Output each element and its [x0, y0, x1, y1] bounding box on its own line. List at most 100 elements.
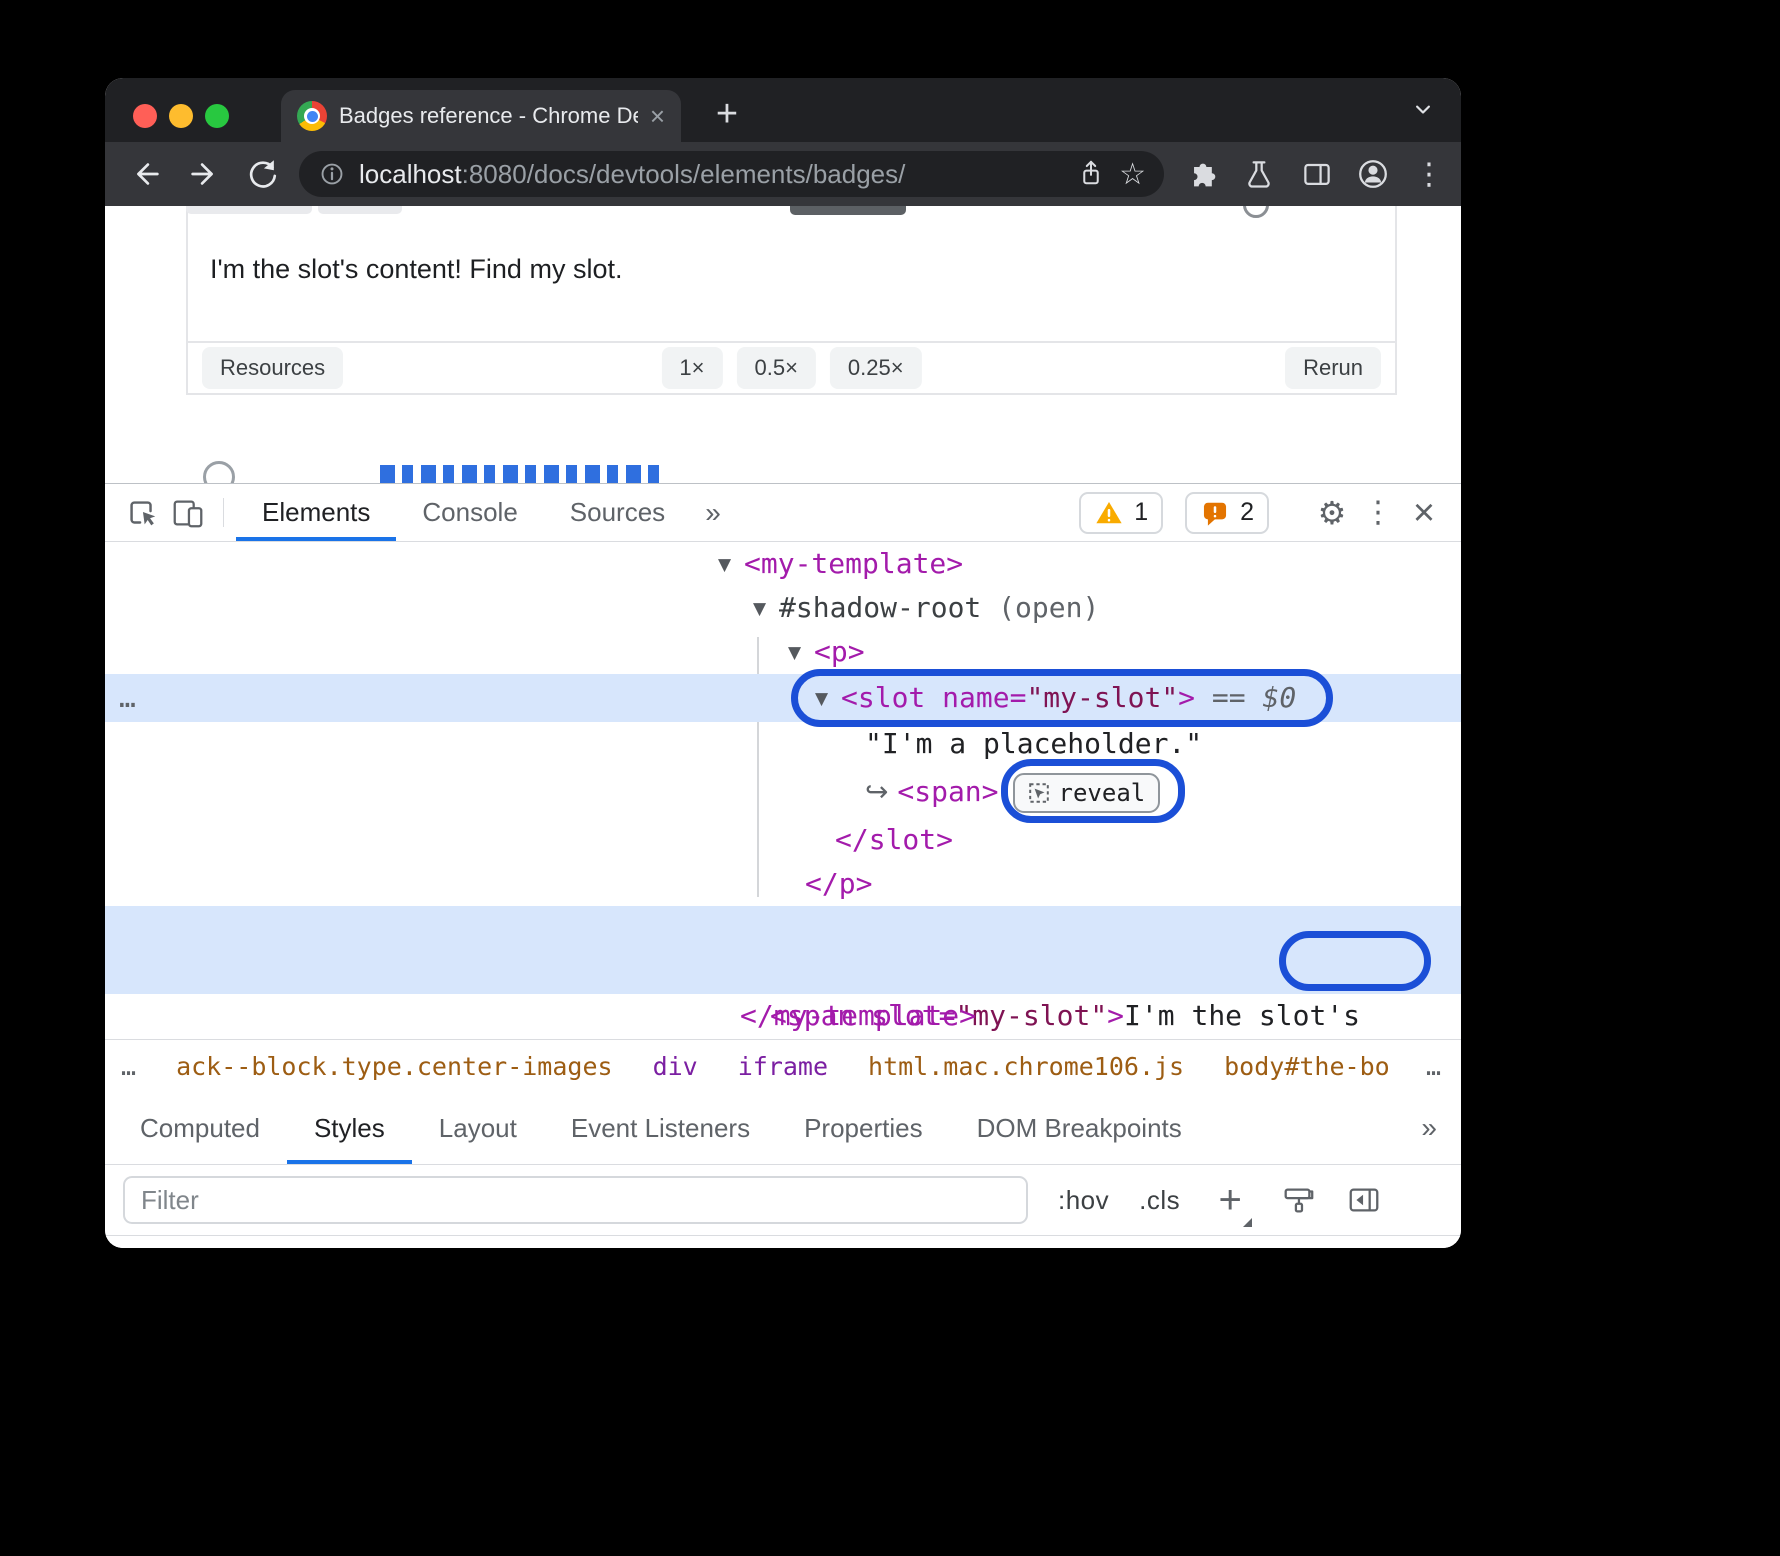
tree-node-slotted-span[interactable]: ↪ <span>reveal [105, 766, 1461, 818]
warnings-badge[interactable]: 1 [1079, 492, 1163, 534]
tree-node-shadow-root[interactable]: ▼#shadow-root (open) [105, 586, 1461, 630]
breadcrumb-item-stack-block[interactable]: ack--block.type.center-images [176, 1052, 613, 1081]
cutoff-selected-tab-remnant [790, 206, 906, 215]
sidebar-toggle-icon[interactable] [1346, 1182, 1382, 1218]
tree-node-my-template-close[interactable]: </my-template> [105, 994, 1461, 1038]
share-icon[interactable] [1075, 158, 1107, 190]
new-tab-button[interactable]: + [705, 92, 749, 136]
toolbar-divider [223, 498, 224, 527]
expand-triangle-icon[interactable]: ▼ [788, 631, 814, 675]
side-panel-icon[interactable] [1296, 153, 1338, 195]
browser-tab[interactable]: Badges reference - Chrome De × [281, 90, 681, 142]
tree-node-slot[interactable]: …▼<slot name="my-slot"> == $0 [105, 674, 1461, 722]
tab-console[interactable]: Console [396, 484, 543, 541]
tree-node-p[interactable]: ▼<p> [105, 630, 1461, 674]
tab-title: Badges reference - Chrome De [339, 103, 638, 129]
inspect-element-icon[interactable] [119, 484, 165, 541]
devtools-close-icon[interactable]: × [1401, 484, 1447, 541]
styles-filter-bar: :hov .cls + [105, 1165, 1461, 1236]
tab-properties[interactable]: Properties [777, 1092, 950, 1164]
plus-caret-icon [1243, 1218, 1252, 1227]
beaker-icon[interactable] [1238, 153, 1280, 195]
scale-1x-button[interactable]: 1× [661, 347, 722, 389]
tree-node-p-close[interactable]: </p> [105, 862, 1461, 906]
extensions-puzzle-icon[interactable] [1180, 153, 1222, 195]
browser-menu-icon[interactable]: ⋮ [1408, 153, 1450, 195]
issue-count: 2 [1240, 498, 1254, 527]
more-panels-chevron[interactable]: » [691, 484, 735, 541]
device-toolbar-icon[interactable] [165, 484, 211, 541]
scale-buttons: 1× 0.5× 0.25× [661, 347, 921, 389]
url-path: :8080/docs/devtools/elements/badges/ [462, 159, 906, 189]
reload-icon[interactable] [241, 153, 283, 195]
back-arrow-icon[interactable] [125, 153, 167, 195]
url-bar[interactable]: localhost:8080/docs/devtools/elements/ba… [299, 151, 1164, 197]
tab-layout[interactable]: Layout [412, 1092, 544, 1164]
cutoff-button-remnant [318, 206, 402, 214]
close-window-button[interactable] [133, 104, 157, 128]
issues-badge[interactable]: 2 [1185, 492, 1269, 534]
tab-elements[interactable]: Elements [236, 484, 396, 541]
tab-close-icon[interactable]: × [650, 103, 665, 129]
tab-event-listeners[interactable]: Event Listeners [544, 1092, 777, 1164]
forward-arrow-icon[interactable] [183, 153, 225, 195]
chrome-favicon-icon [297, 101, 327, 131]
expand-triangle-icon[interactable]: ▼ [815, 675, 841, 723]
more-sidebar-tabs-chevron[interactable]: » [1421, 1092, 1437, 1164]
scale-025x-button[interactable]: 0.25× [830, 347, 922, 389]
tree-node-slot-close[interactable]: </slot> [105, 818, 1461, 862]
breadcrumb-overflow-left[interactable]: … [121, 1052, 136, 1081]
breadcrumb-overflow-right[interactable]: … [1418, 1052, 1441, 1081]
tab-dom-breakpoints[interactable]: DOM Breakpoints [950, 1092, 1209, 1164]
expand-triangle-icon[interactable]: ▼ [718, 543, 744, 587]
resources-button[interactable]: Resources [202, 347, 343, 389]
breadcrumb: … ack--block.type.center-images div ifra… [105, 1039, 1461, 1092]
new-style-rule-button[interactable]: + [1210, 1178, 1250, 1223]
browser-window: Badges reference - Chrome De × + localho… [105, 78, 1461, 1248]
paint-roller-icon[interactable] [1280, 1182, 1316, 1218]
scale-05x-button[interactable]: 0.5× [736, 347, 815, 389]
tab-strip: Badges reference - Chrome De × + [105, 78, 1461, 142]
minimize-window-button[interactable] [169, 104, 193, 128]
demo-slot-area: I'm the slot's content! Find my slot. [188, 206, 1395, 343]
reveal-badge[interactable]: reveal [1013, 773, 1161, 813]
url-text: localhost:8080/docs/devtools/elements/ba… [359, 159, 1063, 190]
hov-toggle[interactable]: :hov [1058, 1185, 1109, 1216]
tab-computed[interactable]: Computed [113, 1092, 287, 1164]
overflow-dots: … [119, 674, 136, 722]
cutoff-help-circle [203, 461, 235, 483]
dollar-zero-hint: == $0 [1195, 681, 1296, 714]
tab-styles[interactable]: Styles [287, 1092, 412, 1164]
breadcrumb-item-div[interactable]: div [653, 1052, 698, 1081]
breadcrumb-item-body[interactable]: body#the-bo [1224, 1052, 1390, 1081]
styles-sidebar-tabs: Computed Styles Layout Event Listeners P… [105, 1092, 1461, 1165]
expand-triangle-icon[interactable]: ▼ [753, 587, 779, 631]
style-filter-input[interactable] [123, 1176, 1028, 1224]
warning-triangle-icon [1094, 498, 1124, 528]
navigation-bar: localhost:8080/docs/devtools/elements/ba… [105, 142, 1461, 206]
devtools-bottom-strip [105, 1236, 1461, 1248]
devtools-toolbar: Elements Console Sources » 1 2 ⚙ ⋮ × [105, 484, 1461, 542]
tree-node-my-template[interactable]: ▼<my-template> [105, 542, 1461, 586]
devtools-panel: Elements Console Sources » 1 2 ⚙ ⋮ × [105, 483, 1461, 1248]
profile-avatar[interactable] [1354, 155, 1392, 193]
tree-node-span-slotted[interactable]: <span slot="my-slot">I'm the slot's cont… [105, 906, 1461, 994]
tree-node-placeholder-text[interactable]: "I'm a placeholder." [105, 722, 1461, 766]
zoom-window-button[interactable] [205, 104, 229, 128]
bookmark-star-icon[interactable]: ☆ [1119, 157, 1146, 192]
issue-bubble-icon [1200, 498, 1230, 528]
cutoff-button-remnant [186, 206, 312, 214]
demo-toolbar: Resources 1× 0.5× 0.25× Rerun [188, 343, 1395, 393]
slot-content-text: I'm the slot's content! Find my slot. [210, 254, 622, 285]
rerun-button[interactable]: Rerun [1285, 347, 1381, 389]
devtools-menu-icon[interactable]: ⋮ [1355, 484, 1401, 541]
tab-sources[interactable]: Sources [544, 484, 691, 541]
chevron-down-icon[interactable] [1407, 94, 1439, 126]
demo-panel: I'm the slot's content! Find my slot. Re… [186, 206, 1397, 395]
breadcrumb-item-html[interactable]: html.mac.chrome106.js [868, 1052, 1184, 1081]
breadcrumb-item-iframe[interactable]: iframe [738, 1052, 828, 1081]
url-host: localhost [359, 159, 462, 189]
info-icon[interactable] [317, 159, 347, 189]
cls-toggle[interactable]: .cls [1139, 1185, 1180, 1216]
settings-gear-icon[interactable]: ⚙ [1309, 484, 1355, 541]
